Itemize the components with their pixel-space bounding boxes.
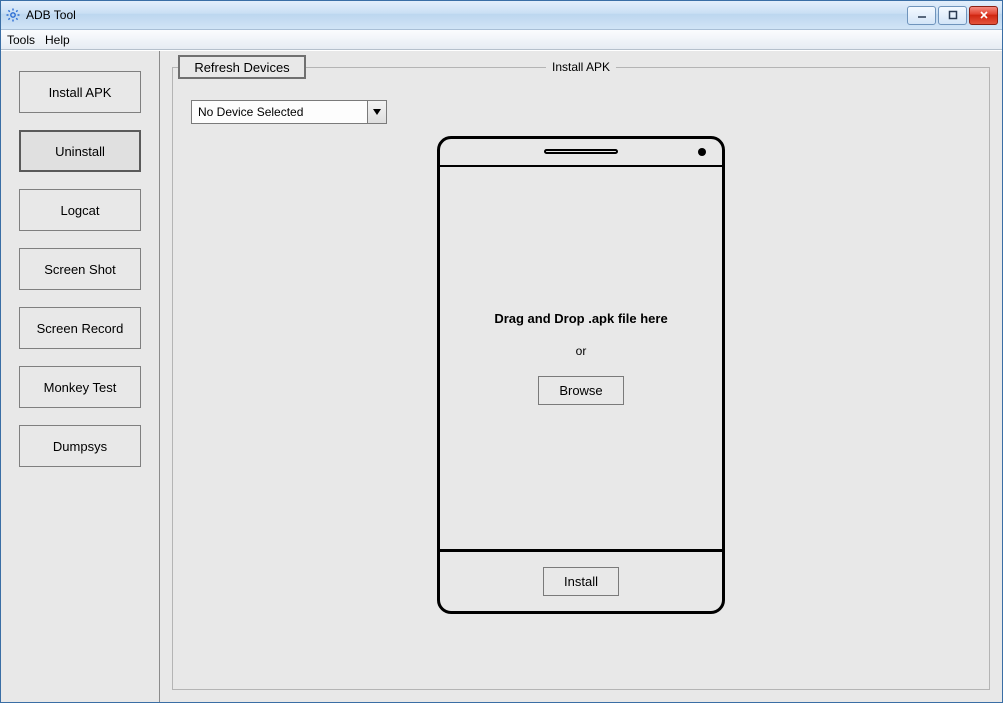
window-buttons <box>907 6 998 25</box>
panel-title: Install APK <box>546 60 616 74</box>
phone-mockup: Drag and Drop .apk file here or Browse I… <box>437 136 725 614</box>
titlebar: ADB Tool <box>1 1 1002 30</box>
browse-button[interactable]: Browse <box>538 376 623 405</box>
menu-tools[interactable]: Tools <box>7 33 35 47</box>
install-apk-panel: Install APK No Device Selected Drag and … <box>172 67 990 690</box>
maximize-button[interactable] <box>938 6 967 25</box>
window-title: ADB Tool <box>26 8 907 22</box>
client-area: Install APK Uninstall Logcat Screen Shot… <box>1 50 1002 702</box>
phone-top-bezel <box>440 139 722 167</box>
nav-logcat[interactable]: Logcat <box>19 189 141 231</box>
app-window: ADB Tool Tools Help Install APK Uninstal… <box>0 0 1003 703</box>
nav-monkeytest[interactable]: Monkey Test <box>19 366 141 408</box>
install-button[interactable]: Install <box>543 567 619 596</box>
app-gear-icon <box>5 7 21 23</box>
nav-screenshot[interactable]: Screen Shot <box>19 248 141 290</box>
nav-uninstall[interactable]: Uninstall <box>19 130 141 172</box>
device-select-value: No Device Selected <box>192 101 368 123</box>
menubar: Tools Help <box>1 30 1002 50</box>
sidebar: Install APK Uninstall Logcat Screen Shot… <box>1 51 160 702</box>
nav-install-apk[interactable]: Install APK <box>19 71 141 113</box>
nav-screenrecord[interactable]: Screen Record <box>19 307 141 349</box>
content-area: Refresh Devices Install APK No Device Se… <box>160 51 1002 702</box>
phone-bottom-bar: Install <box>440 549 722 611</box>
refresh-devices-button[interactable]: Refresh Devices <box>178 55 306 79</box>
drop-text: Drag and Drop .apk file here <box>494 311 667 326</box>
chevron-down-icon[interactable] <box>368 101 386 123</box>
nav-dumpsys[interactable]: Dumpsys <box>19 425 141 467</box>
menu-help[interactable]: Help <box>45 33 70 47</box>
phone-speaker-icon <box>544 149 618 154</box>
minimize-button[interactable] <box>907 6 936 25</box>
drop-area[interactable]: Drag and Drop .apk file here or Browse <box>440 167 722 549</box>
device-select[interactable]: No Device Selected <box>191 100 387 124</box>
close-button[interactable] <box>969 6 998 25</box>
or-text: or <box>576 344 587 358</box>
phone-camera-icon <box>698 148 706 156</box>
